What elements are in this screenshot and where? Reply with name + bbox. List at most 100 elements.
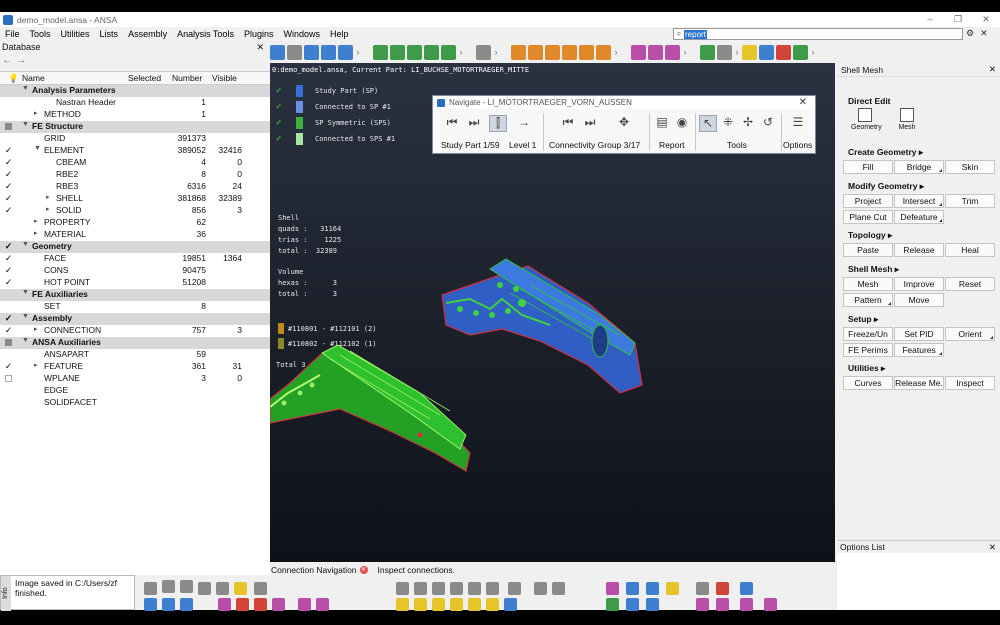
menu-file[interactable]: File <box>0 29 25 39</box>
tree-row[interactable]: ANSAPART 59 <box>0 349 270 361</box>
connectivity-icon[interactable]: ✥ <box>615 115 633 132</box>
grid-icon[interactable] <box>486 582 499 595</box>
zoom-icon[interactable] <box>476 44 491 60</box>
cube-blue-2-icon[interactable] <box>646 582 659 595</box>
materials-icon[interactable] <box>338 44 353 60</box>
options-list-close-icon[interactable]: ✕ <box>989 542 996 553</box>
cube-view-icon[interactable] <box>144 598 157 611</box>
column-name[interactable]: Name <box>22 73 45 83</box>
move-axes-icon[interactable] <box>534 582 547 595</box>
tree-row[interactable]: SET 8 <box>0 301 270 313</box>
volume-mesh-icon[interactable] <box>717 44 732 60</box>
properties-icon[interactable] <box>321 44 336 60</box>
visibility-checkbox[interactable]: ✓ <box>4 313 13 324</box>
part-icon[interactable] <box>180 580 193 593</box>
expand-down-icon[interactable]: ▼ <box>22 337 29 344</box>
tree-row[interactable]: Nastran Header 1 <box>0 97 270 109</box>
expand-right-icon[interactable]: ▸ <box>34 229 38 237</box>
frame-icon[interactable] <box>648 44 663 60</box>
ent-icon[interactable] <box>162 580 175 593</box>
previous-part-icon[interactable]: ⏭ <box>465 115 483 132</box>
intersect-button[interactable]: Intersect <box>894 194 944 208</box>
improve-button[interactable]: Improve <box>894 277 944 291</box>
visibility-checkbox[interactable]: ✓ <box>4 277 13 288</box>
menu-tools[interactable]: Tools <box>25 29 56 39</box>
nastran-icon[interactable] <box>776 44 791 60</box>
more-chevron-icon[interactable]: › <box>682 47 688 57</box>
visibility-checkbox[interactable] <box>5 123 12 130</box>
grid-red-icon[interactable] <box>236 598 249 611</box>
cube-stack-icon[interactable] <box>740 582 753 595</box>
tools-label[interactable]: Tools <box>727 140 747 150</box>
tree-category[interactable]: ▼ FE Structure <box>0 121 270 133</box>
navigate-close-icon[interactable]: ✕ <box>799 97 807 108</box>
cube-blue-icon[interactable] <box>626 582 639 595</box>
move-button[interactable]: Move <box>894 293 944 307</box>
defeature-button[interactable]: Defeature <box>894 210 944 224</box>
more-chevron-icon[interactable]: › <box>613 47 619 57</box>
grid-view-icon[interactable] <box>759 44 774 60</box>
frame-yellow-icon[interactable] <box>396 598 409 611</box>
next-group-icon[interactable]: ⏭ <box>581 115 599 132</box>
align-vertical-icon[interactable]: ⁜ <box>719 115 737 132</box>
set-pid-button[interactable]: Set PID <box>894 327 944 341</box>
column-selected[interactable]: Selected <box>128 73 161 83</box>
layers-icon[interactable] <box>407 44 422 60</box>
features-button[interactable]: Features <box>894 343 944 357</box>
ibeam-icon[interactable] <box>298 598 311 611</box>
release-mesh-button[interactable]: Release Me. <box>894 376 944 390</box>
options-label[interactable]: Options <box>783 140 812 150</box>
inspect-button[interactable]: Inspect <box>945 376 995 390</box>
tree-row[interactable]: ✓ FACE 19851 1364 <box>0 253 270 265</box>
visibility-checkbox[interactable]: ✓ <box>4 157 13 168</box>
rect-yellow-2-icon[interactable] <box>486 598 499 611</box>
fe-perims-button[interactable]: FE Perims <box>843 343 893 357</box>
geometry-button[interactable]: Geometry <box>851 108 882 131</box>
open-icon[interactable] <box>287 44 302 60</box>
tree-row[interactable]: ✓ RBE3 6316 24 <box>0 181 270 193</box>
back-arrow-icon[interactable]: ← <box>2 55 12 66</box>
isolate-icon[interactable] <box>216 582 229 595</box>
stop-icon[interactable]: ✕ <box>359 565 368 574</box>
tree-row[interactable]: GRID 391373 <box>0 133 270 145</box>
cube-front-icon[interactable] <box>162 598 175 611</box>
pink-angle-icon[interactable] <box>764 598 777 611</box>
mesh-cube-icon[interactable] <box>696 582 709 595</box>
pan-icon[interactable]: ✢ <box>739 115 757 132</box>
search-close-icon[interactable]: ✕ <box>980 28 988 39</box>
section-create-geometry[interactable]: Create Geometry ▸ <box>848 147 923 158</box>
mesh-action-button[interactable]: Mesh <box>843 277 893 291</box>
cube-side-icon[interactable] <box>180 598 193 611</box>
minimize-button[interactable]: – <box>916 14 944 25</box>
visibility-checkbox[interactable]: ✓ <box>4 241 13 252</box>
more-chevron-icon[interactable]: › <box>355 47 361 57</box>
sets-icon[interactable] <box>390 44 405 60</box>
search-input[interactable]: ⌕ report <box>673 28 963 40</box>
next-arrow-icon[interactable]: → <box>515 115 533 132</box>
project-button[interactable]: Project <box>843 194 893 208</box>
expand-down-icon[interactable]: ▼ <box>34 145 41 152</box>
tree-row[interactable]: ▸ MATERIAL 36 <box>0 229 270 241</box>
menu-utilities[interactable]: Utilities <box>56 29 95 39</box>
menu-plugins[interactable]: Plugins <box>239 29 279 39</box>
cube-colored-icon[interactable] <box>666 582 679 595</box>
tree-row[interactable]: ✓ ▸ FEATURE 361 31 <box>0 361 270 373</box>
window-fit-icon[interactable] <box>793 44 808 60</box>
tree-category[interactable]: ▼ ANSA Auxiliaries <box>0 337 270 349</box>
skin-button[interactable]: Skin <box>945 160 995 174</box>
reset-rotate-icon[interactable]: ↺ <box>759 115 777 132</box>
tree-row[interactable]: ✓ ▸ SHELL 381868 32389 <box>0 193 270 205</box>
level-icon[interactable]: ⫿ <box>489 115 507 132</box>
crop-icon[interactable] <box>562 44 577 60</box>
undo-icon[interactable] <box>511 44 526 60</box>
cube-pink-icon[interactable] <box>218 598 231 611</box>
section-shell-mesh[interactable]: Shell Mesh ▸ <box>848 264 899 275</box>
search-gear-icon[interactable]: ⚙ <box>966 28 974 39</box>
bridge-button[interactable]: Bridge <box>894 160 944 174</box>
tree-category[interactable]: ✓ ▼ Assembly <box>0 313 270 325</box>
tree-row[interactable]: ▸ METHOD 1 <box>0 109 270 121</box>
menu-analysis-tools[interactable]: Analysis Tools <box>172 29 239 39</box>
info-tab[interactable]: Info <box>1 576 11 611</box>
move-icon[interactable] <box>596 44 611 60</box>
visibility-checkbox[interactable]: ✓ <box>4 181 13 192</box>
